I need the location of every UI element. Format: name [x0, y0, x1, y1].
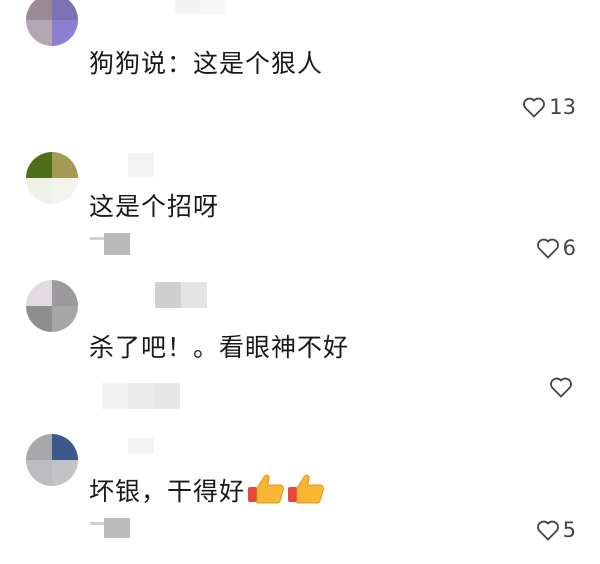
heart-icon — [536, 519, 560, 541]
blurred-username — [175, 0, 225, 14]
blurred-username — [128, 438, 154, 454]
avatar[interactable] — [26, 152, 78, 204]
heart-icon — [536, 237, 560, 259]
blurred-timestamp — [102, 383, 180, 409]
like-button[interactable]: 13 — [522, 95, 576, 119]
avatar[interactable] — [26, 280, 78, 332]
like-button[interactable]: 5 — [536, 518, 576, 542]
bottom-blurred-strip — [0, 556, 600, 564]
like-button[interactable]: 6 — [536, 236, 576, 260]
blurred-username — [128, 153, 154, 177]
like-count: 6 — [562, 236, 576, 260]
comment-text: 狗狗说：这是个狠人 — [89, 49, 324, 78]
avatar[interactable] — [26, 0, 78, 46]
blurred-timestamp — [90, 518, 130, 538]
thumbs-up-emoji-icon — [287, 472, 325, 511]
comment-text: 这是个招呀 — [89, 192, 220, 221]
blurred-timestamp — [90, 233, 130, 255]
comment-text: 杀了吧！。看眼神不好 — [89, 333, 350, 362]
heart-icon — [549, 376, 573, 398]
blurred-username — [155, 282, 207, 308]
thumbs-up-emoji-icon — [247, 472, 285, 511]
like-count: 5 — [562, 518, 576, 542]
avatar[interactable] — [26, 434, 78, 486]
comment-text: 坏银，干得好 — [89, 472, 325, 511]
heart-icon — [522, 96, 546, 118]
like-count: 13 — [549, 95, 576, 119]
comments-screen: { "comments": [ { "text": "狗狗说：这是个狠人", "… — [0, 0, 600, 564]
like-button[interactable] — [549, 376, 576, 398]
comment-text-body: 坏银，干得好 — [89, 477, 246, 506]
